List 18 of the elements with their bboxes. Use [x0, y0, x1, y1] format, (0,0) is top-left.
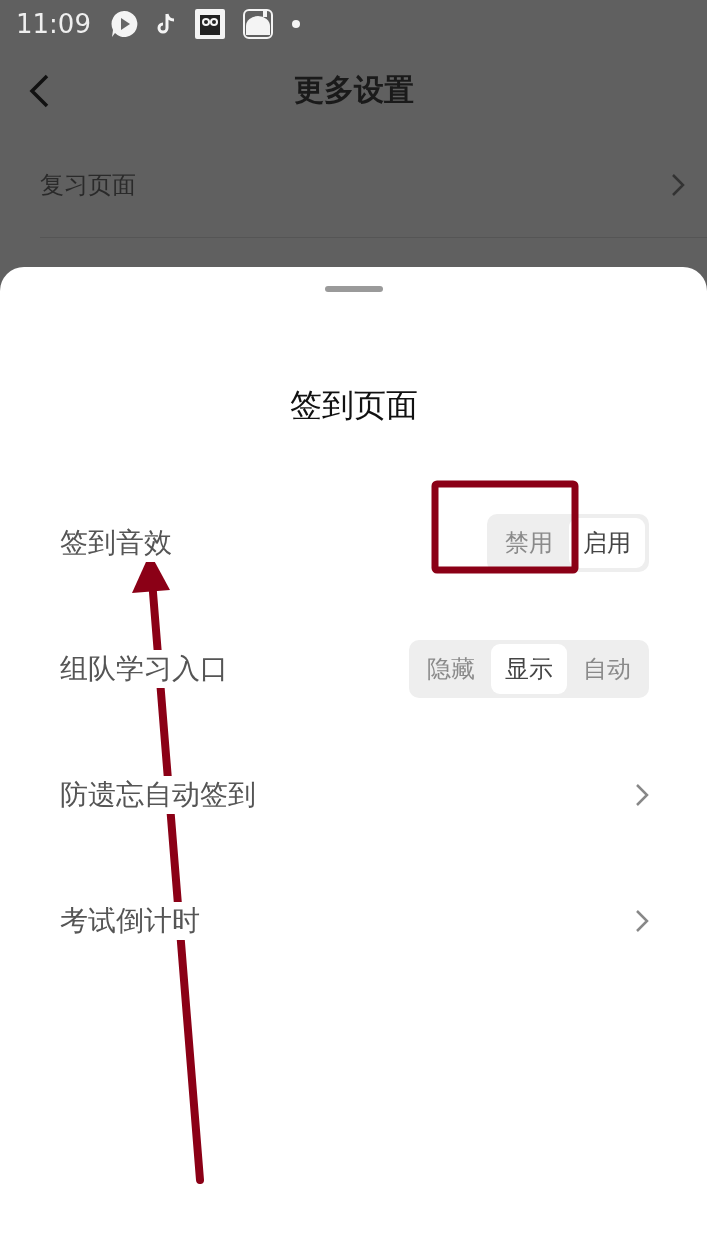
- segment-option[interactable]: 显示: [491, 644, 567, 694]
- status-time: 11:09: [16, 9, 91, 39]
- chevron-right-icon[interactable]: [635, 909, 649, 933]
- sheet-title: 签到页面: [289, 385, 418, 426]
- segment-option[interactable]: 禁用: [491, 518, 567, 568]
- segment-option[interactable]: 启用: [569, 518, 645, 568]
- setting-label: 防遗忘自动签到: [60, 776, 256, 814]
- page-title: 更多设置: [293, 70, 414, 109]
- drag-handle[interactable]: [324, 286, 383, 292]
- back-icon[interactable]: [28, 74, 50, 108]
- setting-label: 考试倒计时: [60, 902, 200, 940]
- music-note-icon: [156, 12, 177, 36]
- segment-option[interactable]: 隐藏: [413, 644, 489, 694]
- chevron-right-icon: [671, 172, 685, 197]
- owl-app-icon: [194, 9, 225, 39]
- notification-dot-icon: [290, 19, 301, 29]
- chevron-right-icon[interactable]: [635, 783, 649, 807]
- segment-option[interactable]: 自动: [569, 644, 645, 694]
